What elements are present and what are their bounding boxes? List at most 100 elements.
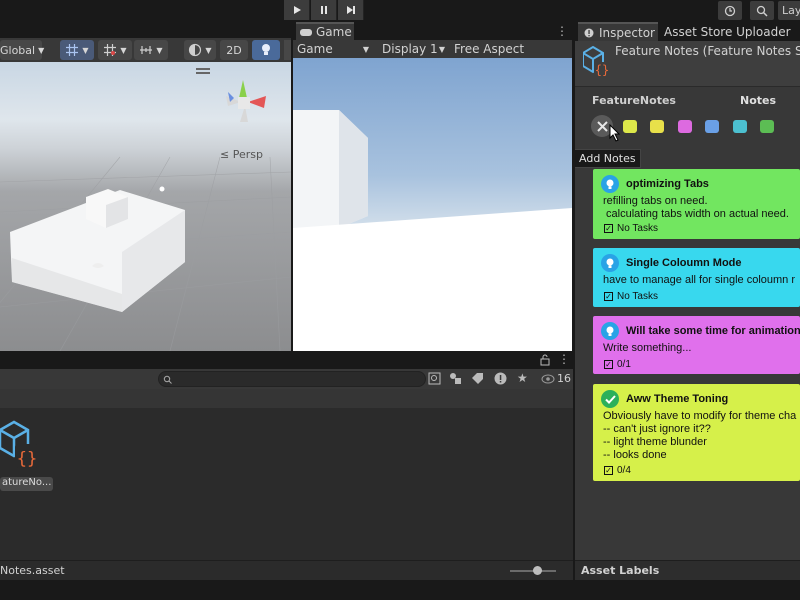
status-bar xyxy=(0,580,800,600)
toggle-2d-button[interactable]: 2D xyxy=(220,40,248,60)
note-card[interactable]: Single Coloumn Mode have to manage all f… xyxy=(593,248,800,307)
scriptable-object-icon: {} xyxy=(0,420,39,469)
chevron-down-icon: ▼ xyxy=(82,45,89,55)
note-body: Write something... xyxy=(603,342,692,354)
inspector-header: {} Feature Notes (Feature Notes SO xyxy=(575,41,800,87)
game-view-dropdown[interactable]: Game ▼ xyxy=(297,41,373,57)
eye-icon xyxy=(541,374,555,383)
chevron-down-icon: ▼ xyxy=(205,45,212,55)
lightbulb-icon xyxy=(601,175,619,193)
color-swatch-magenta[interactable] xyxy=(678,120,692,133)
shading-sphere-icon xyxy=(189,43,202,57)
panel-menu-icon[interactable]: ⋮ xyxy=(558,352,570,366)
note-tasks[interactable]: ✓ No Tasks xyxy=(604,291,658,302)
favorite-star-icon[interactable]: ★ xyxy=(517,371,528,385)
scene-gizmo[interactable] xyxy=(218,72,268,132)
game-viewport[interactable] xyxy=(293,58,572,351)
checkbox-icon: ✓ xyxy=(604,292,613,301)
note-tasks[interactable]: ✓ 0/4 xyxy=(604,465,631,476)
tooltip: Add Notes xyxy=(574,149,641,168)
svg-text:{}: {} xyxy=(17,449,37,469)
snap-grid-icon xyxy=(104,44,117,56)
panel-menu-icon[interactable]: ⋮ xyxy=(556,24,568,38)
overlay-menu-handle[interactable] xyxy=(196,68,210,70)
color-swatch-yellow[interactable] xyxy=(650,120,664,133)
layers-dropdown[interactable]: Lay xyxy=(778,1,800,20)
play-button[interactable] xyxy=(284,0,310,20)
lock-icon[interactable] xyxy=(540,354,550,366)
project-toolbar: ★ 16 xyxy=(0,369,573,389)
ruler-icon xyxy=(140,46,153,54)
info-icon[interactable] xyxy=(494,372,507,388)
color-swatch-green[interactable] xyxy=(760,120,774,133)
grid-snap-dropdown[interactable]: ▼ xyxy=(60,40,94,60)
note-body: Obviously have to modify for theme cha -… xyxy=(603,410,797,461)
color-swatch-yellowgreen[interactable] xyxy=(623,120,637,133)
scene-toolbar: Global ▼ ▼ ▼ ▼ ▼ 2D xyxy=(0,38,292,62)
chevron-down-icon: ▼ xyxy=(120,45,127,55)
note-body: refilling tabs on need. calculating tabs… xyxy=(603,195,789,220)
close-icon xyxy=(596,120,608,132)
game-rendering xyxy=(293,110,572,351)
step-icon xyxy=(346,6,355,14)
section-notes: Notes xyxy=(740,94,777,107)
asset-labels-header[interactable]: Asset Labels xyxy=(581,564,659,577)
history-button[interactable] xyxy=(718,1,742,20)
tab-game[interactable]: Game xyxy=(296,22,354,40)
note-tasks[interactable]: ✓ 0/1 xyxy=(604,359,631,370)
slider-thumb[interactable] xyxy=(533,566,542,575)
project-breadcrumb xyxy=(0,389,573,408)
search-by-type-icon[interactable] xyxy=(428,372,441,388)
projection-label[interactable]: ≤ Persp xyxy=(220,148,263,161)
inspector-tabbar: Inspector Asset Store Uploader xyxy=(575,22,800,41)
lightbulb-icon xyxy=(601,322,619,340)
chevron-down-icon: ▼ xyxy=(38,45,45,55)
info-icon xyxy=(584,28,594,37)
draw-mode-dropdown[interactable]: ▼ xyxy=(184,40,216,60)
panel-divider[interactable] xyxy=(573,22,575,580)
note-card[interactable]: Aww Theme Toning Obviously have to modif… xyxy=(593,384,800,481)
pivot-rotation-dropdown[interactable]: Global ▼ xyxy=(0,40,45,60)
scriptable-object-icon: {} xyxy=(583,46,610,76)
lightbulb-icon xyxy=(601,254,619,272)
note-title: Aww Theme Toning xyxy=(626,393,729,405)
note-card[interactable]: Will take some time for animations Write… xyxy=(593,316,800,374)
hidden-packages-toggle[interactable]: 16 xyxy=(541,372,571,385)
step-button[interactable] xyxy=(338,0,364,20)
note-card[interactable]: optimizing Tabs refilling tabs on need. … xyxy=(593,169,800,239)
grid-icon xyxy=(66,44,79,56)
lighting-toggle-button[interactable] xyxy=(252,40,280,60)
project-tabbar: ⋮ xyxy=(0,352,573,369)
note-title: Single Coloumn Mode xyxy=(626,257,742,269)
aspect-dropdown[interactable]: Free Aspect xyxy=(454,41,564,57)
search-button[interactable] xyxy=(750,1,774,20)
light-bulb-icon xyxy=(262,44,270,55)
display-dropdown[interactable]: Display 1 ▼ xyxy=(379,41,447,57)
project-footer: Notes.asset xyxy=(0,560,573,580)
mouse-cursor-icon xyxy=(609,124,621,142)
svg-text:{}: {} xyxy=(595,63,609,76)
color-swatch-blue[interactable] xyxy=(705,120,719,133)
package-count: 16 xyxy=(557,372,571,385)
note-body: have to manage all for single coloumn r xyxy=(603,274,795,286)
tab-asset-store-uploader[interactable]: Asset Store Uploader xyxy=(664,25,791,39)
note-title: Will take some time for animations xyxy=(626,325,800,337)
global-label: Global xyxy=(0,43,36,57)
asset-item[interactable]: {} atureNo... xyxy=(0,420,54,491)
panel-divider[interactable] xyxy=(291,22,293,352)
search-icon xyxy=(756,5,768,17)
pause-button[interactable] xyxy=(311,0,337,20)
filter-type-icon[interactable] xyxy=(449,372,462,388)
history-icon xyxy=(724,5,736,16)
incremental-snap-dropdown[interactable]: ▼ xyxy=(134,40,168,60)
color-swatch-cyan[interactable] xyxy=(733,120,747,133)
chevron-down-icon: ▼ xyxy=(438,44,445,54)
note-tasks[interactable]: ✓ No Tasks xyxy=(604,223,658,234)
snap-increment-dropdown[interactable]: ▼ xyxy=(98,40,132,60)
checkbox-icon: ✓ xyxy=(604,360,613,369)
search-input[interactable] xyxy=(158,371,426,387)
tab-inspector[interactable]: Inspector xyxy=(578,22,658,41)
scene-viewport[interactable]: ≤ Persp xyxy=(0,62,291,351)
scene-tabbar xyxy=(0,22,291,38)
label-filter-icon[interactable] xyxy=(471,372,484,388)
